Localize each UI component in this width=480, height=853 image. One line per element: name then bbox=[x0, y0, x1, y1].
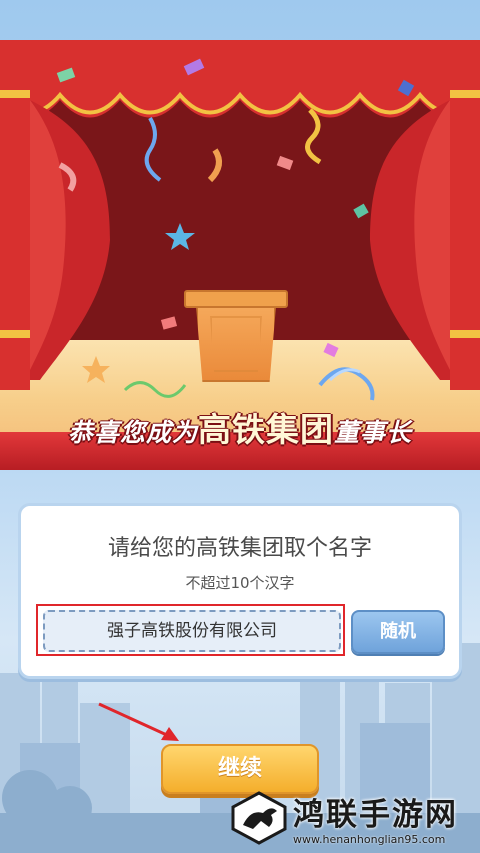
watermark-site-name: 鸿联手游网 bbox=[293, 797, 458, 833]
site-watermark: 鸿联手游网 www.henanhonglian95.com bbox=[225, 787, 480, 853]
pointer-arrow bbox=[98, 702, 179, 741]
banner-company: 高铁集团 bbox=[198, 410, 334, 449]
random-name-button[interactable]: 随机 bbox=[351, 610, 445, 654]
stage-scene: 恭喜您成为高铁集团董事长 bbox=[0, 40, 480, 470]
curtains-and-confetti bbox=[0, 40, 480, 401]
watermark-url: www.henanhonglian95.com bbox=[293, 833, 446, 846]
banner-prefix: 恭喜您成为 bbox=[67, 418, 198, 447]
congratulations-banner: 恭喜您成为高铁集团董事长 bbox=[0, 408, 480, 452]
dialog-title: 请给您的高铁集团取个名字 bbox=[107, 536, 372, 561]
banner-suffix: 董事长 bbox=[334, 418, 413, 447]
company-name-input[interactable]: 强子高铁股份有限公司 bbox=[43, 610, 341, 652]
dialog-subtitle: 不超过10个汉字 bbox=[185, 574, 295, 592]
naming-dialog: 请给您的高铁集团取个名字 不超过10个汉字 强子高铁股份有限公司 随机 bbox=[18, 503, 462, 679]
watermark-logo-icon bbox=[231, 791, 287, 845]
